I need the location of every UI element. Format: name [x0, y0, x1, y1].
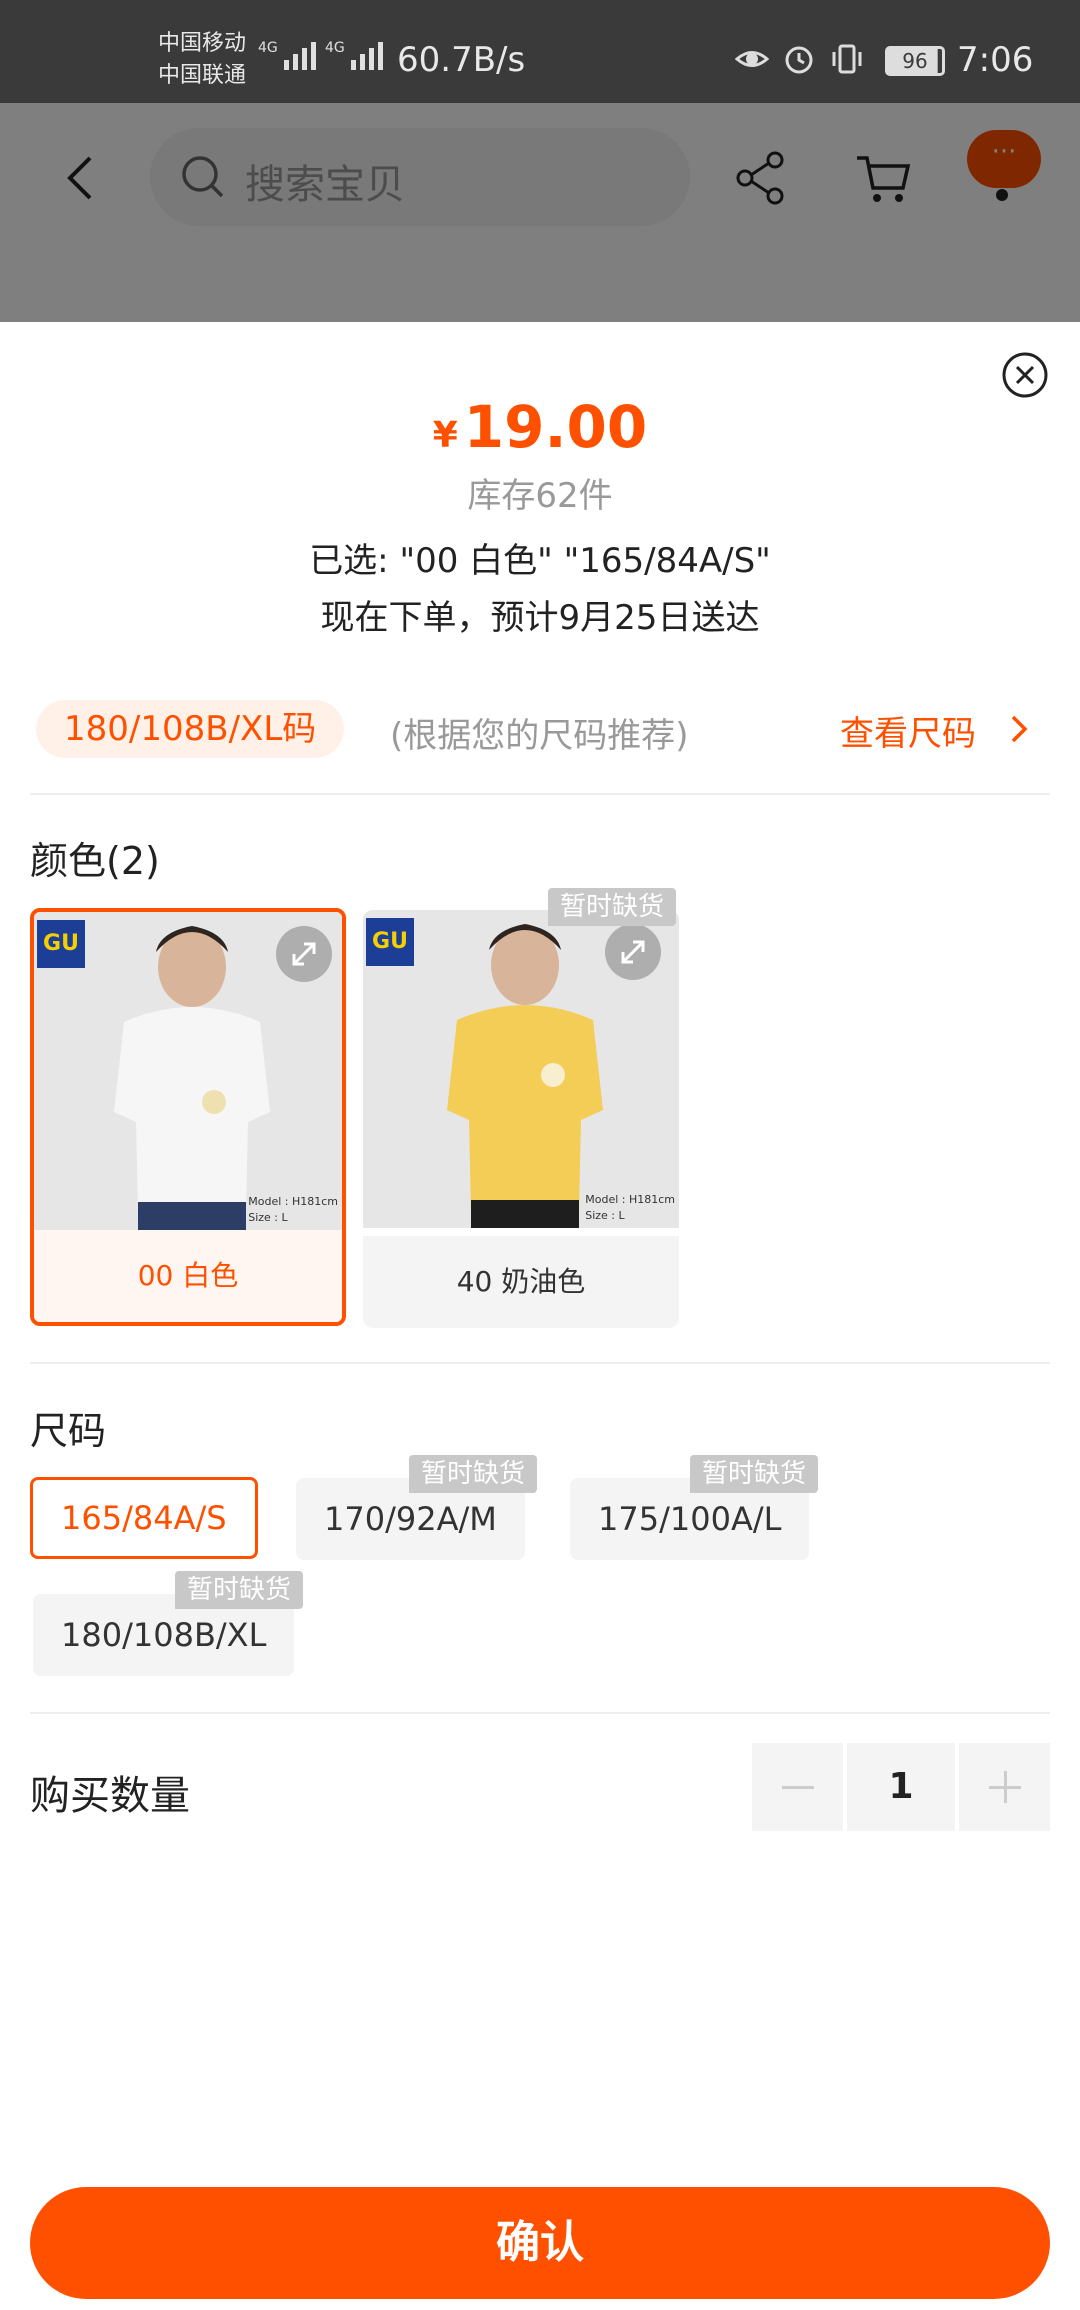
out-of-stock-badge: 暂时缺货 [548, 888, 677, 926]
divider [30, 793, 1050, 795]
recommended-size-pill[interactable]: 180/108B/XL码 [36, 700, 345, 758]
out-of-stock-badge: 暂时缺货 [175, 1571, 304, 1609]
size-option-s[interactable]: 165/84A/S [30, 1477, 258, 1559]
increase-quantity-button[interactable] [959, 1743, 1050, 1831]
carrier-2: 中国联通 [158, 63, 247, 88]
color-option-label: 40 奶油色 [363, 1236, 679, 1328]
network-speed: 60.7B/s [397, 40, 526, 80]
color-option-photo: GU Model : H181cm Size : L [34, 912, 342, 1230]
alarm-icon [785, 46, 813, 74]
clock: 7:06 [957, 40, 1034, 80]
decrease-quantity-button[interactable] [752, 1743, 843, 1831]
eye-icon [735, 51, 769, 67]
color-option-label: 00 白色 [34, 1230, 342, 1322]
carrier-1: 中国移动 [158, 31, 247, 56]
confirm-button[interactable]: 确认 [30, 2187, 1050, 2299]
size-section-title: 尺码 [30, 1409, 107, 1453]
carrier-names: 中国移动 中国联通 [158, 28, 246, 92]
expand-icon[interactable] [605, 924, 661, 980]
signal-icon: 4G [258, 40, 316, 70]
color-section-title: 颜色(2) [30, 839, 160, 883]
quantity-label: 购买数量 [30, 1773, 190, 1819]
quantity-value[interactable]: 1 [846, 1743, 956, 1831]
network-type-label: 4G [258, 40, 278, 56]
delivery-estimate: 现在下单，预计9月25日送达 [320, 598, 760, 638]
vibrate-icon [832, 44, 862, 74]
model-info-text: Model : H181cm Size : L [585, 1193, 675, 1222]
price: ¥19.00 [0, 393, 1080, 461]
overlay-dim[interactable] [0, 103, 1080, 323]
signal-icon-2: 4G [325, 40, 383, 70]
recommended-size-note: (根据您的尺码推荐) [390, 716, 689, 756]
color-option-white[interactable]: GU Model : H181cm Size : L 00 白色 [30, 908, 346, 1326]
status-bar: 中国移动 中国联通 4G 4G 60.7B/s 96 7:06 [0, 0, 1080, 103]
selected-options: 已选: "00 白色" "165/84A/S" [309, 541, 771, 581]
brand-logo: GU [366, 918, 414, 966]
divider [30, 1712, 1050, 1714]
quantity-stepper: 1 [752, 1743, 1050, 1831]
expand-icon[interactable] [276, 926, 332, 982]
currency-symbol: ¥ [432, 415, 458, 456]
chevron-right-icon[interactable] [1006, 712, 1032, 746]
out-of-stock-badge: 暂时缺货 [690, 1455, 819, 1493]
color-option-cream[interactable]: GU Model : H181cm Size : L 40 奶油色 [363, 910, 679, 1328]
view-size-chart-link[interactable]: 查看尺码 [840, 706, 976, 755]
model-info-text: Model : H181cm Size : L [248, 1195, 338, 1224]
color-option-photo: GU Model : H181cm Size : L [363, 910, 679, 1228]
divider [30, 1362, 1050, 1364]
brand-logo: GU [37, 920, 85, 968]
network-type-label-2: 4G [325, 40, 345, 56]
price-value: 19.00 [463, 393, 648, 461]
stock-count: 库存62件 [467, 476, 613, 516]
out-of-stock-badge: 暂时缺货 [409, 1455, 538, 1493]
battery-indicator: 96 [885, 46, 945, 76]
